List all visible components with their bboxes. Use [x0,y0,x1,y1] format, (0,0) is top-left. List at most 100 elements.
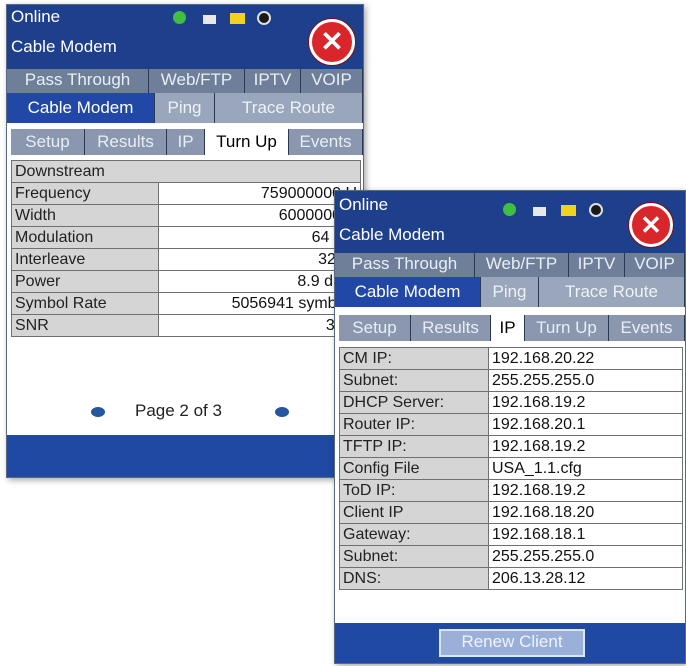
table-row: CM IP: 192.168.20.22 [339,347,683,370]
title-bar: Online Cable Modem ✕ [7,5,363,69]
tab-pass-through[interactable]: Pass Through [335,253,475,277]
row-label: Client IP [339,501,489,524]
table-row: Interleave32 Ta [11,248,361,271]
gear-icon [589,203,603,217]
table-row: Client IP 192.168.18.20 [339,501,683,524]
close-button[interactable]: ✕ [629,203,673,247]
row-value: 5056941 symbols [158,292,361,315]
row-label: Subnet: [339,545,489,568]
globe-icon [503,203,516,216]
row-label: TFTP IP: [339,435,489,458]
table-row: TFTP IP: 192.168.19.2 [339,435,683,458]
downstream-table: Downstream Frequency 759000000 H Width 600… [11,160,361,337]
tab-cable-modem[interactable]: Cable Modem [7,93,155,123]
tab-row-views: Setup Results IP Turn Up Events [339,315,685,341]
next-page-icon[interactable] [275,407,289,417]
gear-icon [257,11,271,25]
tab-iptv[interactable]: IPTV [569,253,625,277]
tab-trace-route[interactable]: Trace Route [539,277,685,307]
tab-turn-up[interactable]: Turn Up [525,315,609,341]
tab-results[interactable]: Results [85,129,167,155]
tab-cable-modem[interactable]: Cable Modem [335,277,481,307]
row-value: 8.9 dBm [158,270,361,293]
row-label: ToD IP: [339,479,489,502]
tab-row-tests: Cable Modem Ping Trace Route [7,93,363,123]
table-row: Subnet: 255.255.255.0 [339,545,683,568]
section-header: Downstream [11,160,361,183]
table-row: SNR35 d [11,314,361,337]
row-label: Modulation [11,226,159,249]
row-label: Symbol Rate [11,292,159,315]
table-row: Config File USA_1.1.cfg [339,457,683,480]
tab-ping[interactable]: Ping [481,277,539,307]
row-label: DNS: [339,567,489,590]
row-value: 35 d [158,314,361,337]
table-row: DHCP Server: 192.168.19.2 [339,391,683,414]
footer-bar [7,435,363,477]
renew-client-button[interactable]: Renew Client [439,629,585,657]
tab-web-ftp[interactable]: Web/FTP [475,253,569,277]
close-button[interactable]: ✕ [309,19,355,65]
footer-bar: Renew Client [335,623,685,663]
table-row: Width 6000000 H [11,204,361,227]
tab-web-ftp[interactable]: Web/FTP [149,69,245,93]
plug-icon [203,15,216,24]
row-value: 759000000 H [158,182,361,205]
pager: Page 2 of 3 [7,401,363,425]
tab-ping[interactable]: Ping [155,93,215,123]
page-indicator: Page 2 of 3 [135,401,222,420]
table-row: DNS: 206.13.28.12 [339,567,683,590]
window-title: Cable Modem [339,225,445,244]
ip-table: CM IP: 192.168.20.22 Subnet: 255.255.255.0… [339,347,683,590]
tab-pass-through[interactable]: Pass Through [7,69,149,93]
row-value: 192.168.20.22 [488,347,683,370]
tab-results[interactable]: Results [411,315,491,341]
row-value: 192.168.20.1 [488,413,683,436]
row-value: USA_1.1.cfg [488,457,683,480]
window-title: Cable Modem [11,37,117,56]
table-row: Subnet: 255.255.255.0 [339,369,683,392]
row-value: 255.255.255.0 [488,545,683,568]
row-value: 192.168.19.2 [488,391,683,414]
row-label: Router IP: [339,413,489,436]
row-label: CM IP: [339,347,489,370]
tab-turn-up[interactable]: Turn Up [205,129,289,155]
row-value: 192.168.19.2 [488,479,683,502]
ip-window: Online Cable Modem ✕ Pass Through Web/FT… [334,190,686,664]
table-row: Modulation64 QA [11,226,361,249]
row-label: Power [11,270,159,293]
tab-row-modes: Pass Through Web/FTP IPTV VOIP [335,253,685,277]
row-label: Gateway: [339,523,489,546]
tab-row-modes: Pass Through Web/FTP IPTV VOIP [7,69,363,93]
table-row: ToD IP: 192.168.19.2 [339,479,683,502]
tab-voip[interactable]: VOIP [301,69,363,93]
row-label: Frequency [11,182,159,205]
tab-events[interactable]: Events [609,315,685,341]
folder-icon [230,13,245,24]
row-label: Config File [339,457,489,480]
row-value: 6000000 H [158,204,361,227]
table-row: Gateway: 192.168.18.1 [339,523,683,546]
table-row: Symbol Rate 5056941 symbols [11,292,361,315]
row-label: Subnet: [339,369,489,392]
previous-page-icon[interactable] [91,407,105,417]
tab-row-views: Setup Results IP Turn Up Events [11,129,363,155]
row-label: DHCP Server: [339,391,489,414]
row-value: 192.168.18.1 [488,523,683,546]
row-label: SNR [11,314,159,337]
tab-voip[interactable]: VOIP [625,253,685,277]
tab-trace-route[interactable]: Trace Route [215,93,363,123]
tab-setup[interactable]: Setup [339,315,411,341]
tab-ip[interactable]: IP [491,315,525,341]
plug-icon [533,207,546,216]
tab-events[interactable]: Events [289,129,363,155]
row-value: 206.13.28.12 [488,567,683,590]
row-value: 255.255.255.0 [488,369,683,392]
status-text: Online [339,195,389,214]
row-label: Width [11,204,159,227]
tab-iptv[interactable]: IPTV [245,69,301,93]
row-label: Interleave [11,248,159,271]
tab-setup[interactable]: Setup [11,129,85,155]
tab-ip[interactable]: IP [167,129,205,155]
status-text: Online [11,7,61,26]
